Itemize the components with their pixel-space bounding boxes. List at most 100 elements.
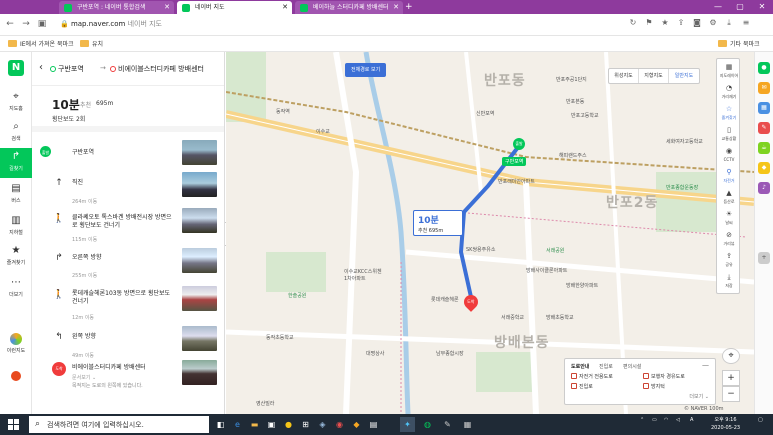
map-canvas[interactable]: 반포동 방배본동 반포2동 전체경로 보기 위성지도 지형지도 일반지도 구반포역 … bbox=[226, 52, 754, 414]
notification-icon[interactable]: ▢ bbox=[758, 417, 763, 423]
map-label[interactable]: 이수교 bbox=[316, 128, 330, 135]
add-app-icon[interactable]: + bbox=[758, 252, 770, 264]
naver-app-icon[interactable]: ● bbox=[758, 62, 770, 74]
route-origin[interactable]: 구반포역 bbox=[50, 64, 84, 74]
map-label[interactable]: 신반포역 bbox=[476, 110, 494, 117]
rail-item-special-maps[interactable]: 이런지도 bbox=[0, 330, 32, 360]
url-field[interactable]: 🔒 map.naver.com 네이버 지도 bbox=[60, 19, 162, 29]
share-icon[interactable]: ⇪ bbox=[675, 18, 687, 30]
map-label[interactable]: 방배한양아파트 bbox=[566, 282, 598, 289]
map-label[interactable]: 한솔공원 bbox=[288, 292, 306, 299]
extension-icon[interactable]: ★ bbox=[659, 18, 671, 30]
map-label[interactable]: 남부종합시장 bbox=[436, 350, 464, 357]
map-label[interactable]: 서래중학교 bbox=[501, 314, 524, 321]
app-icon[interactable]: ◈ bbox=[315, 417, 330, 432]
zoom-in-button[interactable]: + bbox=[722, 370, 740, 386]
close-window-button[interactable]: ✕ bbox=[751, 0, 773, 14]
satellite-map-button[interactable]: 위성지도 bbox=[609, 69, 639, 83]
reload-icon[interactable]: ↻ bbox=[627, 18, 639, 30]
mail-app-icon[interactable]: ✉ bbox=[758, 82, 770, 94]
street-view-thumbnail[interactable] bbox=[182, 326, 217, 351]
locate-me-button[interactable]: ⌖ bbox=[722, 348, 740, 364]
document-view-link[interactable]: 문서보기 ⌄ bbox=[72, 374, 96, 381]
rail-item-favorites[interactable]: ★ 즐겨찾기 bbox=[0, 242, 32, 272]
street-view-thumbnail[interactable] bbox=[182, 360, 217, 385]
street-view-thumbnail[interactable] bbox=[182, 140, 217, 165]
minimize-button[interactable]: — bbox=[707, 0, 729, 14]
map-label[interactable]: 대명상사 bbox=[366, 350, 384, 357]
map-label[interactable]: 반포래미안아파트 bbox=[498, 178, 535, 185]
street-view-thumbnail[interactable] bbox=[182, 286, 217, 311]
menu-icon[interactable]: ≡ bbox=[740, 18, 752, 30]
app-icon[interactable]: ⊞ bbox=[298, 417, 313, 432]
app-icon[interactable]: ◉ bbox=[332, 417, 347, 432]
map-label[interactable]: 롯데캐슬헤론 bbox=[431, 296, 459, 303]
map-label[interactable]: 반포종합운동장 bbox=[666, 184, 698, 191]
edge-browser-icon[interactable]: e bbox=[230, 417, 245, 432]
store-icon[interactable]: ▣ bbox=[264, 417, 279, 432]
close-tab-icon[interactable]: ✕ bbox=[393, 1, 399, 14]
bookmark-folder-other[interactable]: 기타 북마크 bbox=[718, 39, 760, 48]
system-clock[interactable]: 오후 9:16 2020-05-23 bbox=[711, 416, 740, 432]
minimize-icon[interactable]: — bbox=[702, 361, 709, 369]
map-label[interactable]: 이수교KCC스위첸1차아파트 bbox=[344, 268, 384, 282]
tab-naver-map[interactable]: 네이버 지도 ✕ bbox=[177, 1, 292, 14]
tool-layer[interactable]: ▦ 지도레이어 bbox=[717, 61, 741, 82]
tab-switch-icon[interactable]: ▣ bbox=[36, 19, 48, 29]
legend-more-link[interactable]: 더보기 ⌄ bbox=[689, 393, 709, 400]
tool-traffic[interactable]: ▯ 교통상황 bbox=[717, 124, 741, 145]
taskbar-search-box[interactable]: ⌕ 검색하려면 여기에 입력하십시오. bbox=[29, 416, 209, 433]
legend-tab-ramp[interactable]: 진입로 bbox=[599, 363, 613, 370]
rail-item-bus[interactable]: ▤ 버스 bbox=[0, 180, 32, 210]
file-explorer-icon[interactable]: ▬ bbox=[247, 417, 262, 432]
map-label[interactable]: 반포본동 bbox=[566, 98, 584, 105]
windows-start-icon[interactable] bbox=[8, 419, 19, 430]
naver-logo[interactable]: N bbox=[8, 60, 24, 76]
map-label[interactable]: 방배사이클론아파트 bbox=[526, 267, 567, 274]
app-icon[interactable]: ▦ bbox=[460, 417, 475, 432]
bookmark-icon[interactable]: ⚑ bbox=[643, 18, 655, 30]
music-app-icon[interactable]: ♪ bbox=[758, 182, 770, 194]
tab-study-cafe[interactable]: 베이하늘 스터디카페 방배센터 ✕ bbox=[295, 1, 403, 14]
map-label[interactable]: 반포고등학교 bbox=[571, 112, 599, 119]
camera-icon[interactable]: ◙ bbox=[691, 18, 703, 30]
app-icon[interactable]: ◆ bbox=[349, 417, 364, 432]
whale-browser-icon[interactable]: ◍ bbox=[420, 417, 435, 432]
map-label[interactable]: 영산빌라 bbox=[256, 400, 274, 407]
rail-item-subway[interactable]: ▥ 지하철 bbox=[0, 212, 32, 242]
cafe-app-icon[interactable]: ☕ bbox=[758, 142, 770, 154]
notification-chevron-icon[interactable]: ⌃ bbox=[640, 417, 644, 423]
close-tab-icon[interactable]: ✕ bbox=[282, 1, 288, 14]
map-label[interactable]: 서래공원 bbox=[546, 247, 564, 254]
kakaotalk-icon[interactable]: ● bbox=[281, 417, 296, 432]
legend-tab-road[interactable]: 도로안내 bbox=[571, 363, 589, 370]
wifi-icon[interactable]: ◠ bbox=[664, 417, 668, 423]
street-view-thumbnail[interactable] bbox=[182, 172, 217, 197]
talk-app-icon[interactable]: ◆ bbox=[758, 162, 770, 174]
app-icon[interactable]: ✎ bbox=[440, 417, 455, 432]
station-label[interactable]: 구반포역 bbox=[502, 157, 527, 166]
maximize-button[interactable]: ▢ bbox=[729, 0, 751, 14]
map-label[interactable]: 세화여자고등학교 bbox=[666, 138, 703, 145]
tool-save[interactable]: ⤓ 저장 bbox=[717, 271, 741, 292]
tool-streetview[interactable]: ⊘ 거리뷰 bbox=[717, 229, 741, 250]
tool-cctv[interactable]: ◉ CCTV bbox=[717, 145, 741, 166]
map-label[interactable]: 반포주공1단지 bbox=[556, 76, 587, 83]
tool-bicycle[interactable]: ⚲ 자전거 bbox=[717, 166, 741, 187]
tool-hiking[interactable]: ▲ 등산로 bbox=[717, 187, 741, 208]
legend-tab-facility[interactable]: 편의시설 bbox=[623, 363, 641, 370]
forward-icon[interactable]: → bbox=[20, 19, 32, 29]
full-route-button[interactable]: 전체경로 보기 bbox=[345, 63, 387, 77]
close-tab-icon[interactable]: ✕ bbox=[164, 1, 170, 14]
bookmark-folder-import[interactable]: IE에서 가져온 북마크 bbox=[8, 39, 74, 48]
rail-item-record[interactable] bbox=[0, 368, 32, 398]
calendar-app-icon[interactable]: ▦ bbox=[758, 102, 770, 114]
tool-favorites[interactable]: ☆ 즐겨찾기 bbox=[717, 103, 741, 124]
download-icon[interactable]: ⤓ bbox=[723, 18, 735, 30]
rail-item-search[interactable]: ⌕ 검색 bbox=[0, 118, 32, 148]
tab-naver-search[interactable]: 구반포역 : 네이버 통합검색 ✕ bbox=[59, 1, 174, 14]
route-info-box[interactable]: 10분 추천 695m bbox=[413, 210, 463, 236]
tool-share[interactable]: ⇪ 공유 bbox=[717, 250, 741, 271]
twitter-app-icon[interactable]: ✦ bbox=[400, 417, 415, 432]
ime-indicator[interactable]: A bbox=[690, 417, 693, 423]
